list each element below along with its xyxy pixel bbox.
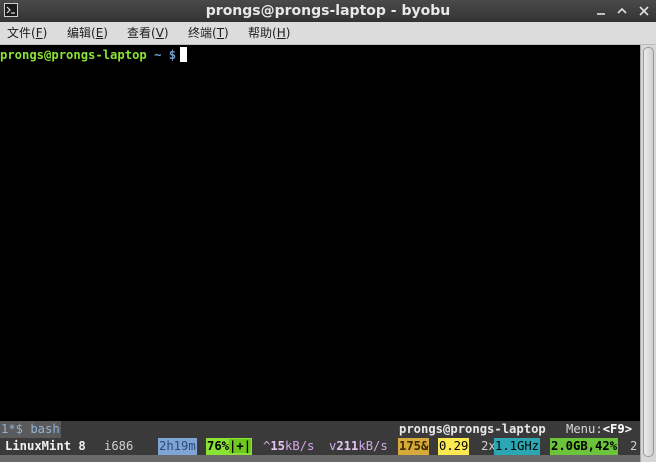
battery-state: |+| [229, 439, 252, 453]
byobu-menu-hint: Menu:<F9> [566, 422, 633, 436]
text-cursor [180, 47, 188, 62]
scrollbar[interactable] [640, 45, 656, 462]
title-bar[interactable]: prongs@prongs-laptop - byobu [0, 0, 656, 22]
minimize-button[interactable] [591, 0, 611, 22]
status-memory: 2.0GB,42% [550, 438, 619, 455]
terminal-window: prongs@prongs-laptop - byobu 文件(F) 编辑(E)… [0, 0, 656, 462]
window-title: prongs@prongs-laptop - byobu [205, 3, 451, 19]
terminal-area[interactable]: prongs@prongs-laptop ~ $ [0, 45, 640, 462]
status-os: LinuxMint 8 [5, 439, 86, 453]
status-net-up: ^15kB/s [263, 439, 315, 453]
prompt-user-host: prongs@prongs-laptop [0, 48, 147, 62]
maximize-icon [617, 7, 627, 14]
status-net-down: v211kB/s [329, 439, 388, 453]
maximize-button[interactable] [612, 0, 632, 22]
status-more: 2 [630, 439, 638, 453]
close-icon [639, 6, 649, 16]
status-uptime: 2h19m [158, 438, 197, 455]
menu-file[interactable]: 文件(F) [5, 22, 49, 44]
shell-prompt: prongs@prongs-laptop ~ $ [0, 47, 188, 64]
menu-bar: 文件(F) 编辑(E) 查看(V) 终端(T) 帮助(H) [0, 22, 656, 45]
close-button[interactable] [634, 0, 654, 22]
byobu-hostname: prongs@prongs-laptop [399, 422, 546, 436]
menu-edit[interactable]: 编辑(E) [65, 22, 110, 44]
byobu-window-bar: 1*$ bash prongs@prongs-laptop Menu:<F9> [0, 421, 640, 438]
scrollbar-thumb[interactable] [643, 47, 654, 457]
minimize-icon [597, 13, 605, 15]
byobu-status-bar: LinuxMint 8 i686 2h19m 76%|+| ^15kB/s v2… [0, 438, 640, 455]
window-bottom-edge [0, 455, 640, 462]
status-battery: 76%|+| [206, 438, 253, 455]
status-arch: i686 [104, 439, 134, 453]
menu-help[interactable]: 帮助(H) [246, 22, 292, 44]
menu-key: <F9> [602, 422, 633, 436]
status-cpu-freq: 1.1GHz [494, 438, 541, 455]
byobu-window-tab[interactable]: 1*$ bash [0, 421, 61, 438]
status-load: 0.29 [438, 438, 470, 455]
status-processes: 175& [398, 438, 430, 455]
menu-terminal[interactable]: 终端(T) [186, 22, 231, 44]
menu-view[interactable]: 查看(V) [125, 22, 171, 44]
prompt-path: ~ $ [146, 48, 177, 62]
